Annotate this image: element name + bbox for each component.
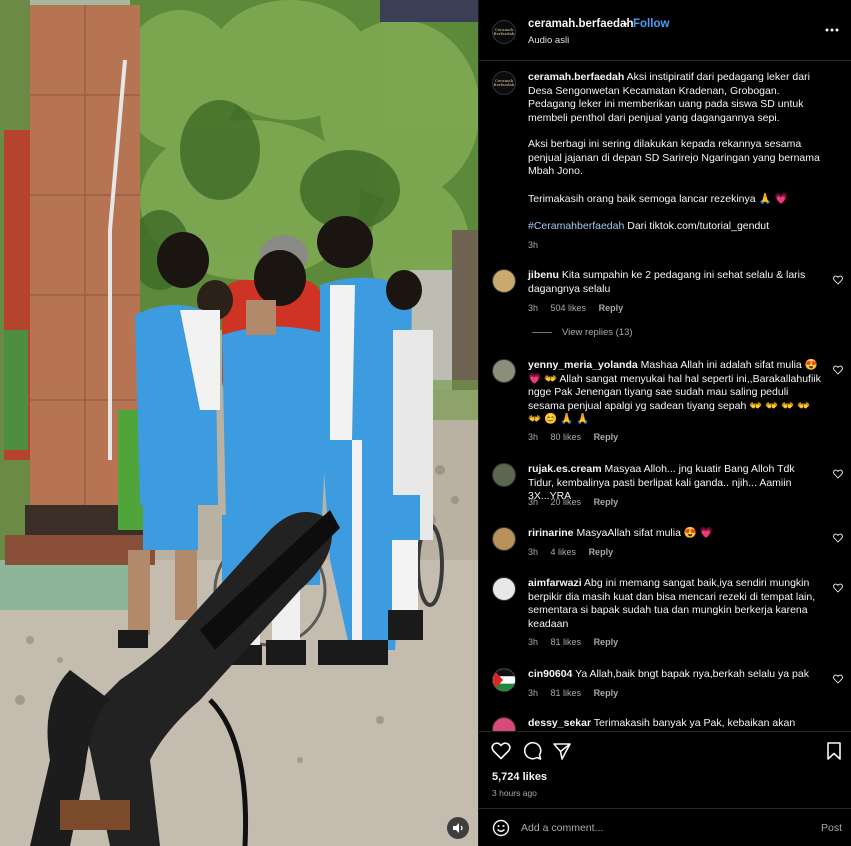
reply-button[interactable]: Reply: [589, 547, 614, 557]
reply-button[interactable]: Reply: [594, 497, 619, 507]
comment-username[interactable]: cin90604: [528, 668, 572, 680]
caption-text: ceramah.berfaedah Aksi instipiratif dari…: [528, 71, 823, 125]
caption-source: Dari tiktok.com/tutorial_gendut: [627, 220, 770, 232]
post-side-panel: Ceramah Berfaedah ceramah.berfaedah • Fo…: [478, 0, 851, 846]
comment-avatar[interactable]: [492, 269, 516, 293]
post-header: Ceramah Berfaedah ceramah.berfaedah • Fo…: [479, 0, 851, 61]
comment-avatar[interactable]: [492, 717, 516, 731]
post-time: 3 hours ago: [492, 788, 537, 798]
comment-body: Kita sumpahin ke 2 pedagang ini sehat se…: [528, 269, 806, 295]
view-replies-button[interactable]: View replies (13): [532, 327, 633, 338]
add-comment-bar: Post: [479, 808, 851, 846]
heart-icon[interactable]: [491, 741, 511, 761]
reply-button[interactable]: Reply: [599, 303, 624, 313]
comment-likes[interactable]: 81 likes: [551, 688, 582, 698]
comment-body: Mashaa Allah ini adalah sifat mulia: [640, 359, 802, 371]
comment-likes[interactable]: 81 likes: [551, 637, 582, 647]
comment-emoji: 😍: [804, 359, 818, 371]
comment-text: aimfarwazi Abg ini memang sangat baik,iy…: [528, 577, 823, 631]
comment-avatar[interactable]: [492, 527, 516, 551]
mute-button[interactable]: [447, 817, 469, 839]
comment-icon[interactable]: [522, 741, 542, 761]
flag-avatar-image: [493, 669, 515, 691]
comment-input[interactable]: [521, 818, 771, 838]
comment-like-icon[interactable]: [833, 469, 843, 479]
comment-username[interactable]: yenny_meria_yolanda: [528, 359, 638, 371]
comment-avatar[interactable]: [492, 359, 516, 383]
comment-text: ririnarine MasyaAllah sifat mulia 😍 💗: [528, 527, 823, 541]
author-avatar[interactable]: Ceramah Berfaedah: [492, 20, 516, 44]
comment-username[interactable]: ririnarine: [528, 527, 574, 539]
speaker-icon: [453, 823, 463, 833]
comment-emoji: 😍 💗: [683, 527, 713, 539]
avatar-logo-text: Ceramah Berfaedah: [493, 78, 515, 87]
audio-label[interactable]: Audio asli: [528, 35, 569, 46]
author-username[interactable]: ceramah.berfaedah: [528, 18, 633, 30]
comment-text: cin90604 Ya Allah,baik bngt bapak nya,be…: [528, 668, 823, 682]
comment-username[interactable]: rujak.es.cream: [528, 463, 602, 475]
reply-button[interactable]: Reply: [594, 688, 619, 698]
comment-emoji: 🙏 🙏: [560, 413, 590, 425]
comment-likes[interactable]: 4 likes: [551, 547, 577, 557]
comment-likes[interactable]: 20 likes: [551, 497, 582, 507]
comment-time: 3h: [528, 303, 539, 313]
comment-time: 3h: [528, 637, 539, 647]
reply-button[interactable]: Reply: [594, 637, 619, 647]
separator-dot: •: [623, 17, 628, 31]
caption-source-line: #Ceramahberfaedah Dari tiktok.com/tutori…: [528, 220, 823, 234]
comment-username[interactable]: aimfarwazi: [528, 577, 582, 589]
comment-time: 3h: [528, 432, 539, 442]
more-horizontal-icon[interactable]: [824, 22, 840, 38]
comment-avatar[interactable]: [492, 577, 516, 601]
comment-text: yenny_meria_yolanda Mashaa Allah ini ada…: [528, 359, 823, 427]
caption-para3-emoji: 🙏 💗: [758, 193, 788, 205]
comment-avatar[interactable]: [492, 668, 516, 692]
comment-meta: 3h 504 likes Reply: [528, 303, 633, 313]
comment-time: 3h: [528, 547, 539, 557]
smile-icon[interactable]: [492, 819, 510, 837]
caption-para3-line: Terimakasih orang baik semoga lancar rez…: [528, 193, 823, 207]
avatar-logo-text: Ceramah Berfaedah: [493, 27, 515, 36]
comment-meta: 3h 81 likes Reply: [528, 688, 628, 698]
comment-username[interactable]: dessy_sekar: [528, 717, 591, 729]
comment-like-icon[interactable]: [833, 674, 843, 684]
comment-like-icon[interactable]: [833, 365, 843, 375]
caption-para3: Terimakasih orang baik semoga lancar rez…: [528, 193, 756, 205]
caption-hashtag[interactable]: #Ceramahberfaedah: [528, 220, 624, 232]
caption-time: 3h: [528, 240, 539, 250]
post-button[interactable]: Post: [821, 822, 842, 834]
post-media[interactable]: [0, 0, 478, 846]
comment-text: dessy_sekar Terimakasih banyak ya Pak, k…: [528, 717, 823, 731]
comment-body: MasyaAllah sifat mulia: [576, 527, 681, 539]
caption-username[interactable]: ceramah.berfaedah: [528, 71, 624, 83]
comment-meta: 3h 4 likes Reply: [528, 547, 623, 557]
comment-likes[interactable]: 80 likes: [551, 432, 582, 442]
comment-meta: 3h 81 likes Reply: [528, 637, 628, 647]
comment-body: Ya Allah,baik bngt bapak nya,berkah sela…: [575, 668, 809, 680]
comment-meta: 3h 20 likes Reply: [528, 497, 628, 507]
comment-like-icon[interactable]: [833, 583, 843, 593]
follow-button[interactable]: Follow: [633, 18, 669, 30]
bookmark-icon[interactable]: [824, 741, 844, 761]
comment-avatar[interactable]: [492, 463, 516, 487]
comment-likes[interactable]: 504 likes: [551, 303, 587, 313]
comment-username[interactable]: jibenu: [528, 269, 559, 281]
comment-like-icon[interactable]: [833, 533, 843, 543]
comment-text: jibenu Kita sumpahin ke 2 pedagang ini s…: [528, 269, 823, 296]
comments-section[interactable]: Ceramah Berfaedah ceramah.berfaedah Aksi…: [479, 61, 851, 731]
reply-button[interactable]: Reply: [594, 432, 619, 442]
video-frame: [0, 0, 478, 846]
post-actions: 5,724 likes 3 hours ago: [479, 731, 851, 801]
caption-avatar[interactable]: Ceramah Berfaedah: [492, 71, 516, 95]
comment-like-icon[interactable]: [833, 275, 843, 285]
comment-time: 3h: [528, 688, 539, 698]
comment-meta: 3h 80 likes Reply: [528, 432, 628, 442]
likes-count[interactable]: 5,724 likes: [492, 771, 547, 783]
caption-para2: Aksi berbagi ini sering dilakukan kepada…: [528, 138, 820, 177]
comment-time: 3h: [528, 497, 539, 507]
share-icon[interactable]: [552, 741, 572, 761]
